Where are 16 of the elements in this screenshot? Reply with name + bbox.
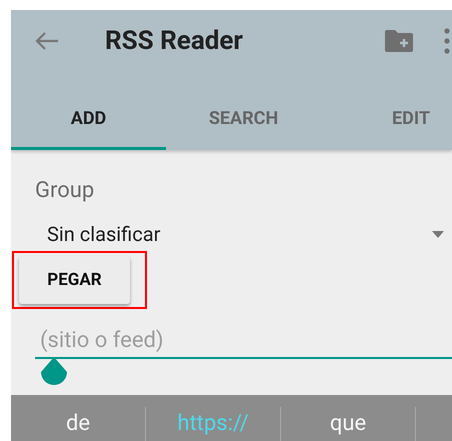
text-cursor-handle[interactable] (39, 357, 69, 387)
group-label: Group (35, 178, 96, 203)
back-arrow-icon[interactable] (34, 31, 60, 51)
dropdown-caret-icon (432, 230, 444, 238)
app-title: RSS Reader (105, 26, 244, 56)
suggestion-item[interactable]: que (281, 400, 415, 436)
paste-button[interactable]: PEGAR (19, 256, 130, 304)
group-dropdown[interactable]: Sin clasificar (35, 219, 452, 249)
folder-add-icon[interactable] (384, 29, 414, 53)
suggestion-item[interactable]: de (11, 400, 145, 436)
suggestion-item[interactable]: https:// (146, 400, 280, 436)
tab[interactable]: SEARCH (166, 90, 321, 150)
tab[interactable]: EDIT (321, 90, 452, 150)
tab[interactable]: ADD (11, 90, 166, 150)
more-options-icon[interactable] (444, 28, 450, 54)
url-input-field[interactable]: (sitio o feed) (35, 328, 452, 359)
